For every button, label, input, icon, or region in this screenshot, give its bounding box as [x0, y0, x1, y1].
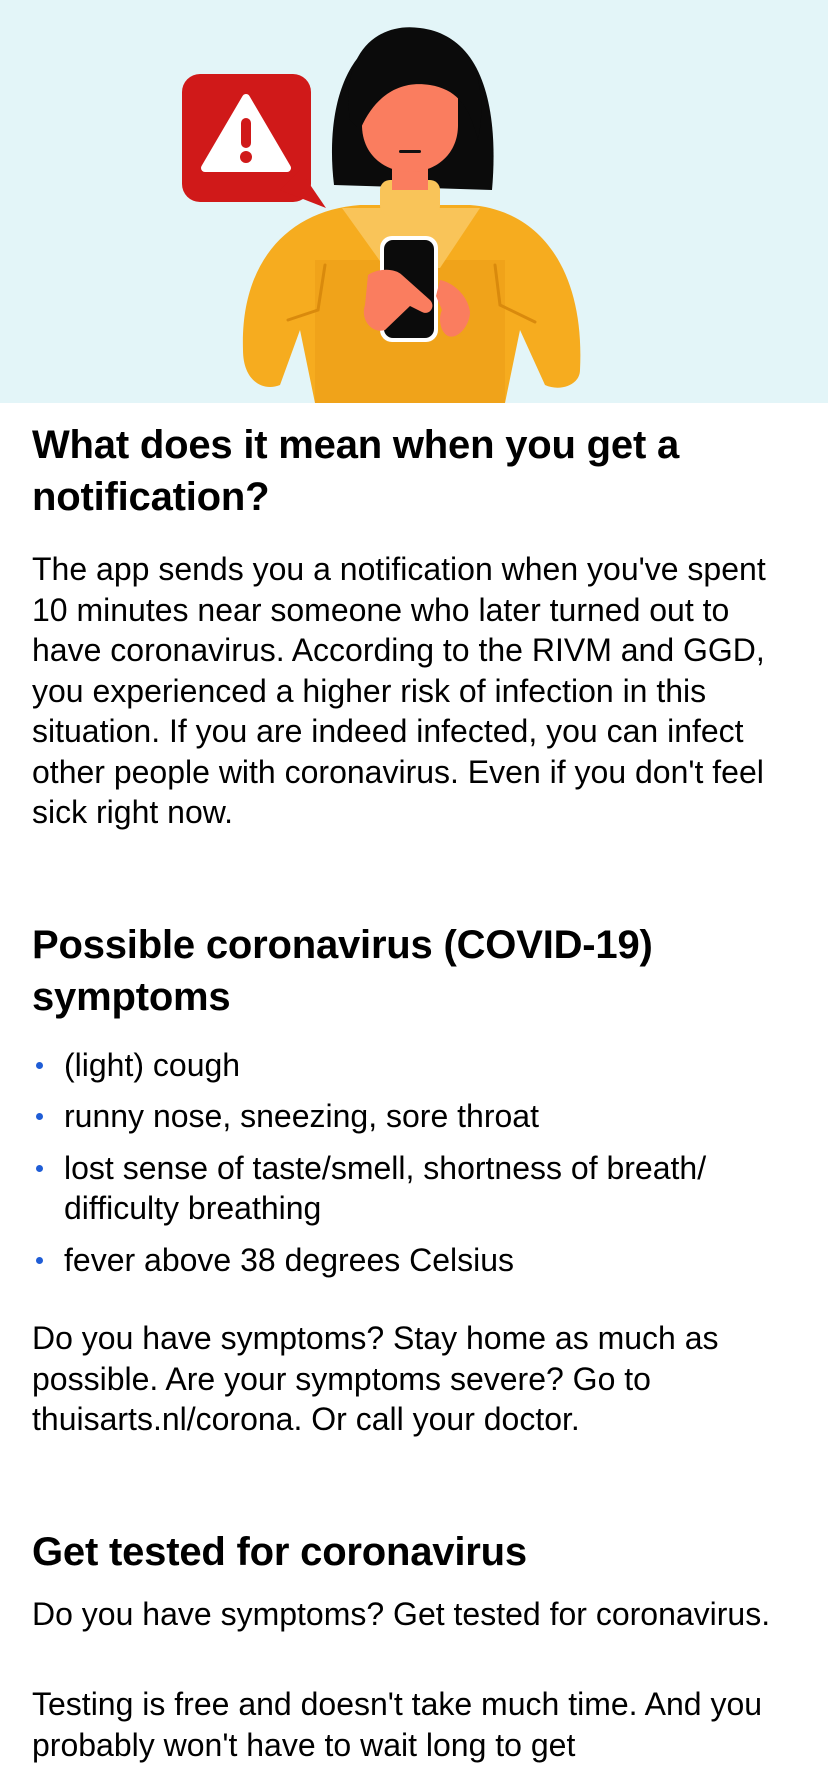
- testing-heading: Get tested for coronavirus: [32, 1529, 527, 1574]
- list-item: runny nose, sneezing, sore throat: [32, 1096, 796, 1137]
- symptom-text: runny nose, sneezing, sore throat: [64, 1098, 539, 1134]
- symptom-text: lost sense of taste/smell, shortness of …: [64, 1149, 707, 1227]
- bullet-icon: [36, 1256, 43, 1264]
- bullet-icon: [36, 1164, 43, 1172]
- testing-intro: Do you have symptoms? Get tested for cor…: [32, 1595, 771, 1632]
- person-with-phone-illustration: [182, 27, 581, 403]
- bullet-icon: [36, 1061, 43, 1069]
- symptoms-heading: Possible coronavirus (COVID-19) symptoms: [32, 922, 653, 1019]
- list-item: fever above 38 degrees Celsius: [32, 1240, 796, 1281]
- notification-explanation: The app sends you a notification when yo…: [32, 551, 766, 830]
- hero-illustration: [0, 0, 828, 403]
- symptoms-advice: Do you have symptoms? Stay home as much …: [32, 1320, 719, 1437]
- notification-heading: What does it mean when you get a notific…: [32, 423, 680, 519]
- list-item: (light) cough: [32, 1045, 796, 1086]
- testing-details: Testing is free and doesn't take much ti…: [32, 1686, 763, 1763]
- symptoms-list: (light) cough runny nose, sneezing, sore…: [32, 1045, 796, 1281]
- symptom-text: (light) cough: [64, 1046, 241, 1083]
- main-content: What does it mean when you get a notific…: [0, 419, 828, 1765]
- symptom-text: fever above 38 degrees Celsius: [64, 1241, 515, 1278]
- bullet-icon: [36, 1113, 43, 1120]
- warning-icon: [182, 74, 326, 208]
- list-item: lost sense of taste/smell, shortness of …: [32, 1148, 796, 1229]
